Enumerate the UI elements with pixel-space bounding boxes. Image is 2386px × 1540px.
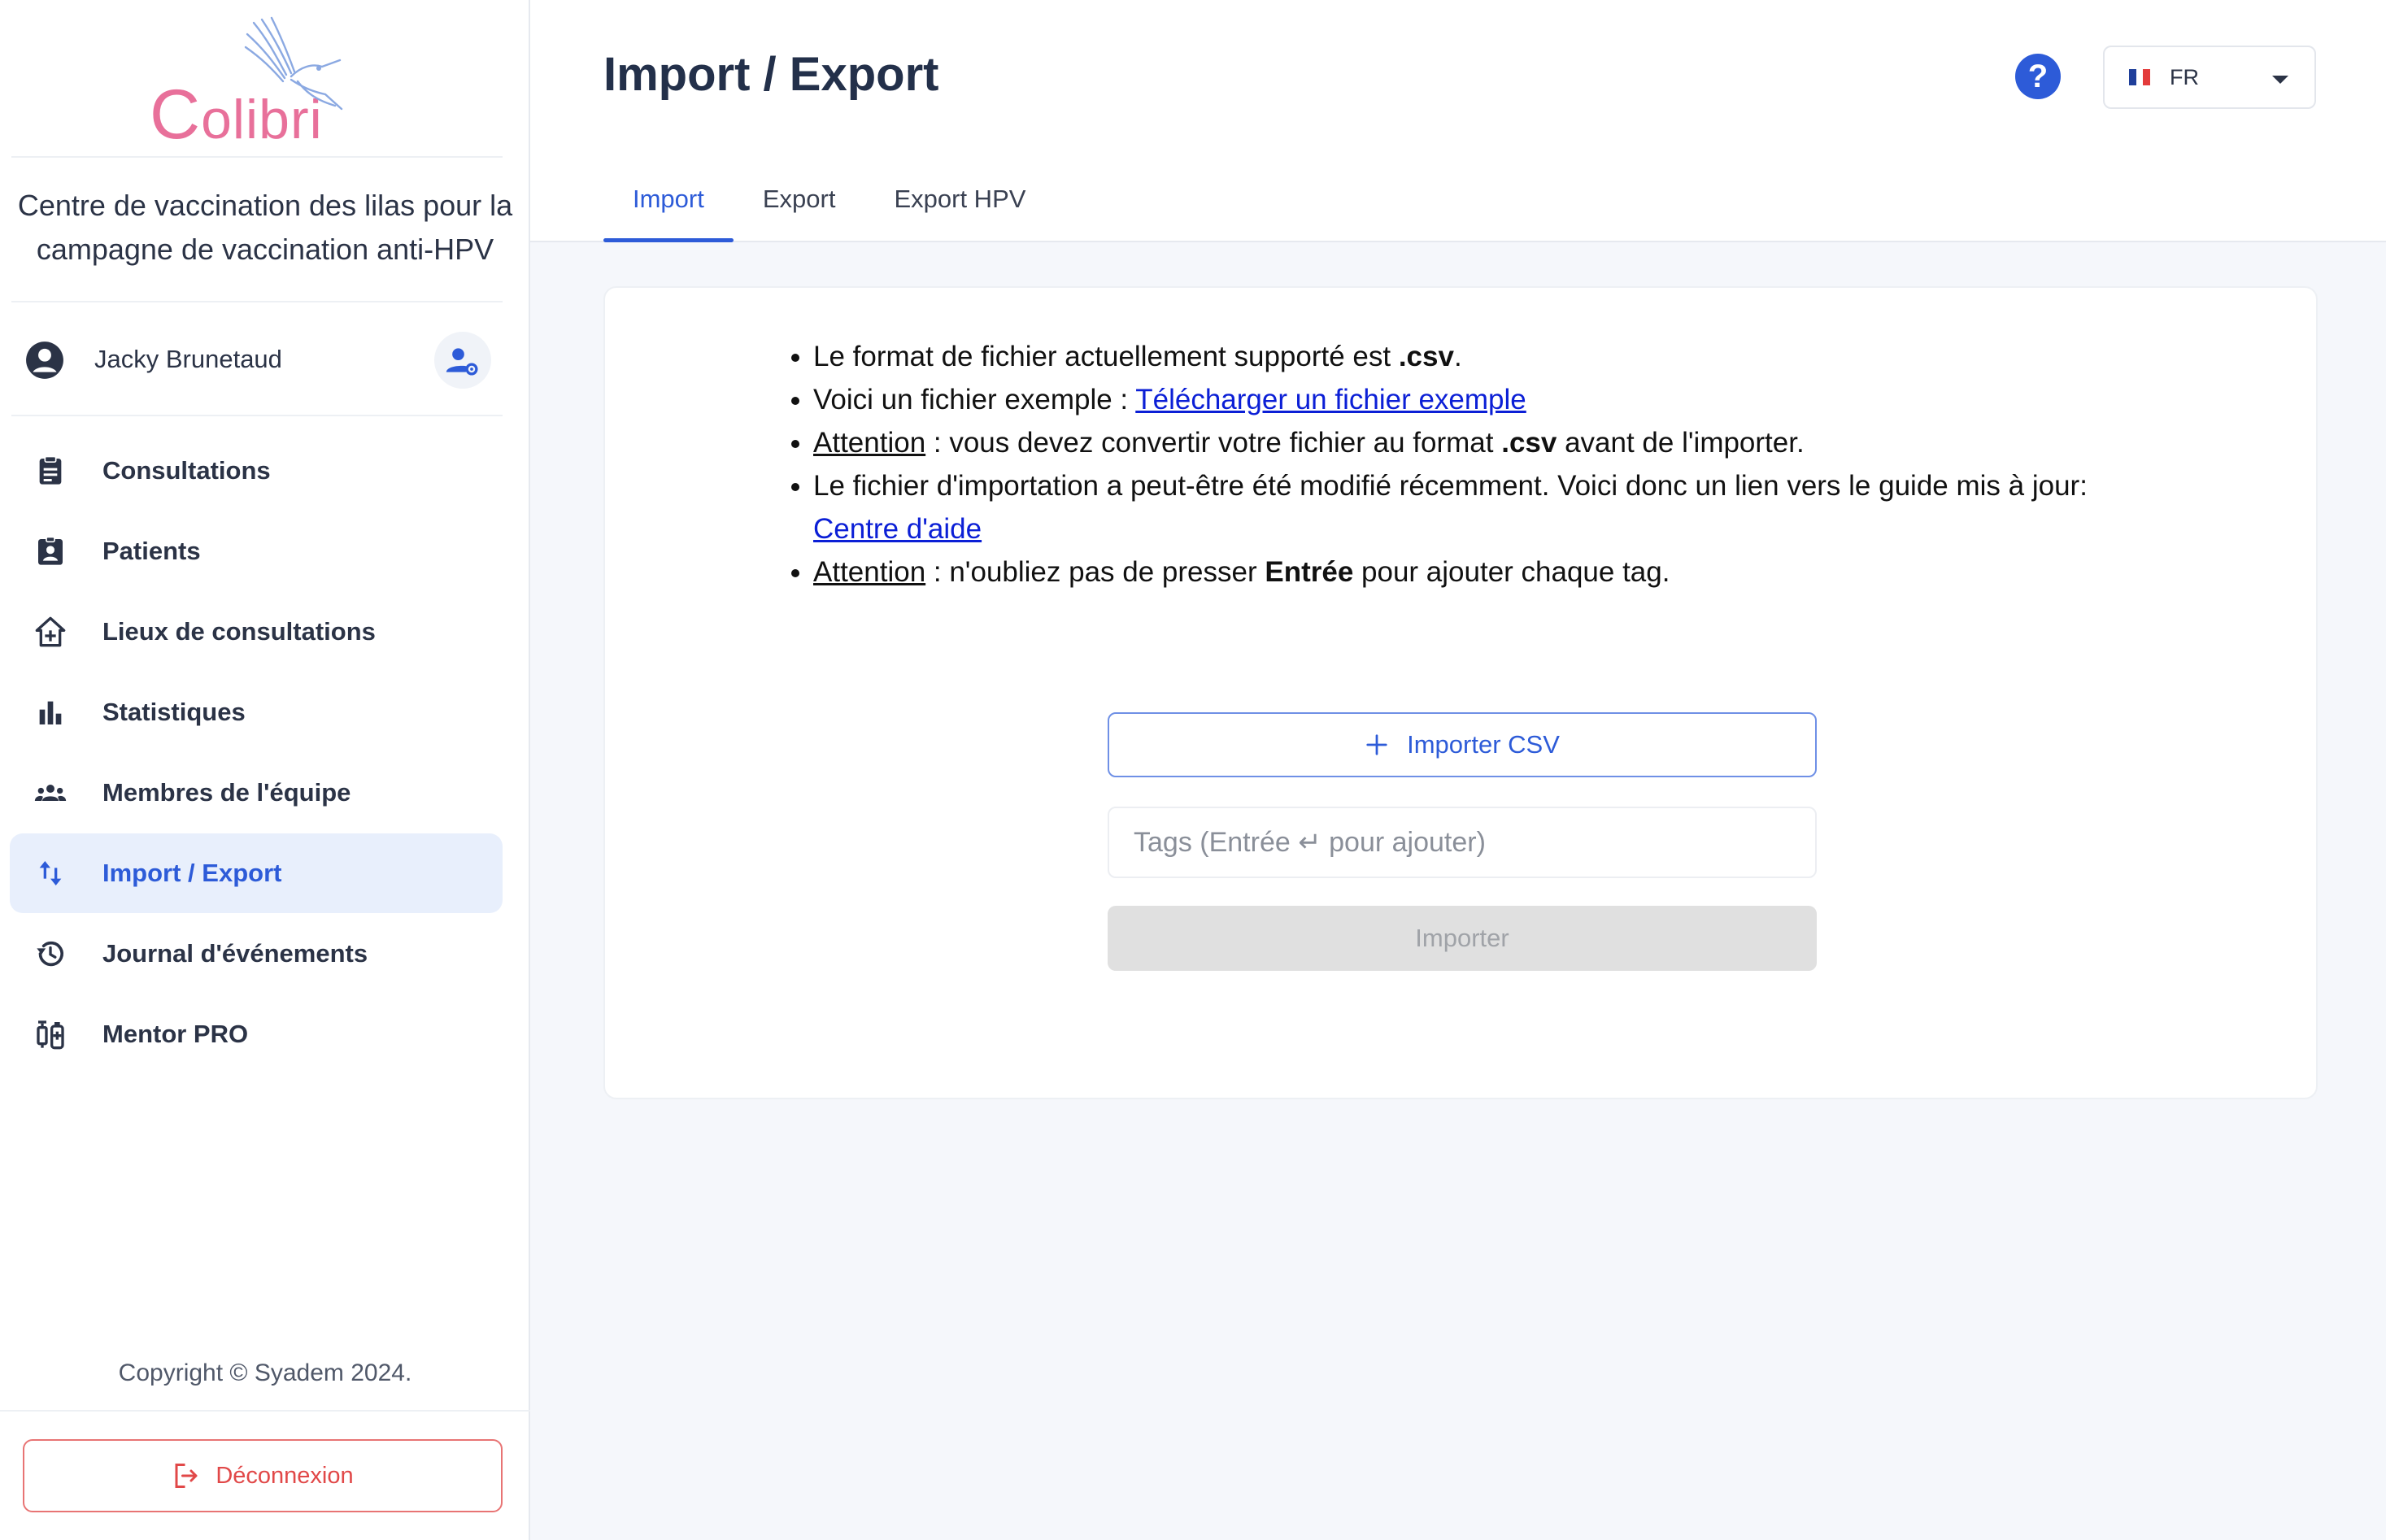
- user-settings-button[interactable]: [434, 332, 491, 389]
- sidebar-item-label: Statistiques: [102, 698, 246, 726]
- top-bar: Import / Export ? FR Import Export Expor…: [530, 0, 2386, 242]
- import-export-icon: [39, 861, 62, 885]
- clipboard-icon: [39, 455, 62, 485]
- download-example-link[interactable]: Télécharger un fichier exemple: [1135, 384, 1526, 415]
- sidebar-item-mentor-pro[interactable]: Mentor PRO: [10, 994, 503, 1074]
- sidebar-item-label: Mentor PRO: [102, 1020, 249, 1048]
- user-cog-icon: [446, 348, 478, 376]
- colibri-logo[interactable]: Colibri: [146, 16, 358, 154]
- logout-button[interactable]: Déconnexion: [23, 1439, 503, 1512]
- logout-icon: [175, 1464, 198, 1488]
- copyright: Copyright © Syadem 2024.: [118, 1359, 412, 1386]
- language-label: FR: [2170, 65, 2199, 89]
- list-item: Le format de fichier actuellement suppor…: [813, 335, 2160, 378]
- tags-input[interactable]: [1108, 807, 1817, 878]
- divider: [11, 301, 503, 302]
- house-plus-icon: [35, 616, 66, 647]
- list-item: Attention : n'oubliez pas de presser Ent…: [813, 550, 2160, 594]
- groups-icon: [34, 785, 67, 801]
- organization-name: Centre de vaccination des lilas pour la …: [17, 189, 513, 266]
- patient-badge-icon: [38, 536, 63, 565]
- plus-icon: [1366, 734, 1387, 755]
- language-select[interactable]: FR: [2103, 46, 2316, 109]
- sidebar-item-locations[interactable]: Lieux de consultations: [10, 592, 503, 672]
- tab-export[interactable]: Export: [734, 179, 865, 242]
- import-instructions: Le format de fichier actuellement suppor…: [777, 335, 2160, 594]
- tab-export-hpv[interactable]: Export HPV: [864, 179, 1055, 242]
- help-button[interactable]: ?: [2015, 54, 2061, 99]
- user-name: Jacky Brunetaud: [94, 345, 282, 373]
- sidebar-item-event-log[interactable]: Journal d'événements: [10, 914, 503, 994]
- import-csv-label: Importer CSV: [1407, 730, 1560, 759]
- france-flag-icon: [2129, 69, 2151, 85]
- sidebar-item-import-export[interactable]: Import / Export: [10, 833, 503, 913]
- sidebar-item-consultations[interactable]: Consultations: [10, 431, 503, 511]
- user-row: Jacky Brunetaud: [24, 332, 491, 389]
- caret-down-icon: [2272, 76, 2288, 84]
- tab-import[interactable]: Import: [603, 179, 734, 242]
- user-avatar-icon: [26, 341, 63, 379]
- sidebar-item-label: Patients: [102, 537, 201, 565]
- divider: [0, 1410, 530, 1412]
- list-item: Le fichier d'importation a peut-être été…: [813, 464, 2160, 550]
- import-button[interactable]: Importer: [1108, 906, 1817, 971]
- sidebar-item-team-members[interactable]: Membres de l'équipe: [10, 753, 503, 833]
- import-csv-button[interactable]: Importer CSV: [1108, 712, 1817, 777]
- logout-label: Déconnexion: [216, 1462, 354, 1489]
- divider: [11, 415, 503, 416]
- list-item: Voici un fichier exemple : Télécharger u…: [813, 378, 2160, 421]
- sidebar-item-label: Journal d'événements: [102, 939, 368, 968]
- vaccine-icon: [37, 1020, 64, 1050]
- sidebar-item-label: Lieux de consultations: [102, 617, 376, 646]
- import-card: Le format de fichier actuellement suppor…: [603, 286, 2318, 1099]
- list-item: Attention : vous devez convertir votre f…: [813, 421, 2160, 464]
- sidebar-item-label: Membres de l'équipe: [102, 778, 351, 807]
- sidebar: Colibri Centre de vaccination des lilas …: [0, 0, 530, 1540]
- hummingbird-icon: [244, 16, 343, 111]
- sidebar-item-label: Consultations: [102, 456, 271, 485]
- tab-bar: Import Export Export HPV: [603, 179, 1055, 242]
- history-icon: [37, 941, 63, 967]
- help-center-link[interactable]: Centre d'aide: [813, 513, 982, 545]
- divider: [11, 156, 503, 158]
- bar-chart-icon: [39, 701, 62, 724]
- sidebar-item-label: Import / Export: [102, 859, 282, 887]
- sidebar-item-patients[interactable]: Patients: [10, 511, 503, 591]
- page-title: Import / Export: [603, 48, 939, 101]
- sidebar-nav: Consultations Patients Lieux de consulta…: [10, 431, 503, 1075]
- sidebar-item-statistics[interactable]: Statistiques: [10, 672, 503, 752]
